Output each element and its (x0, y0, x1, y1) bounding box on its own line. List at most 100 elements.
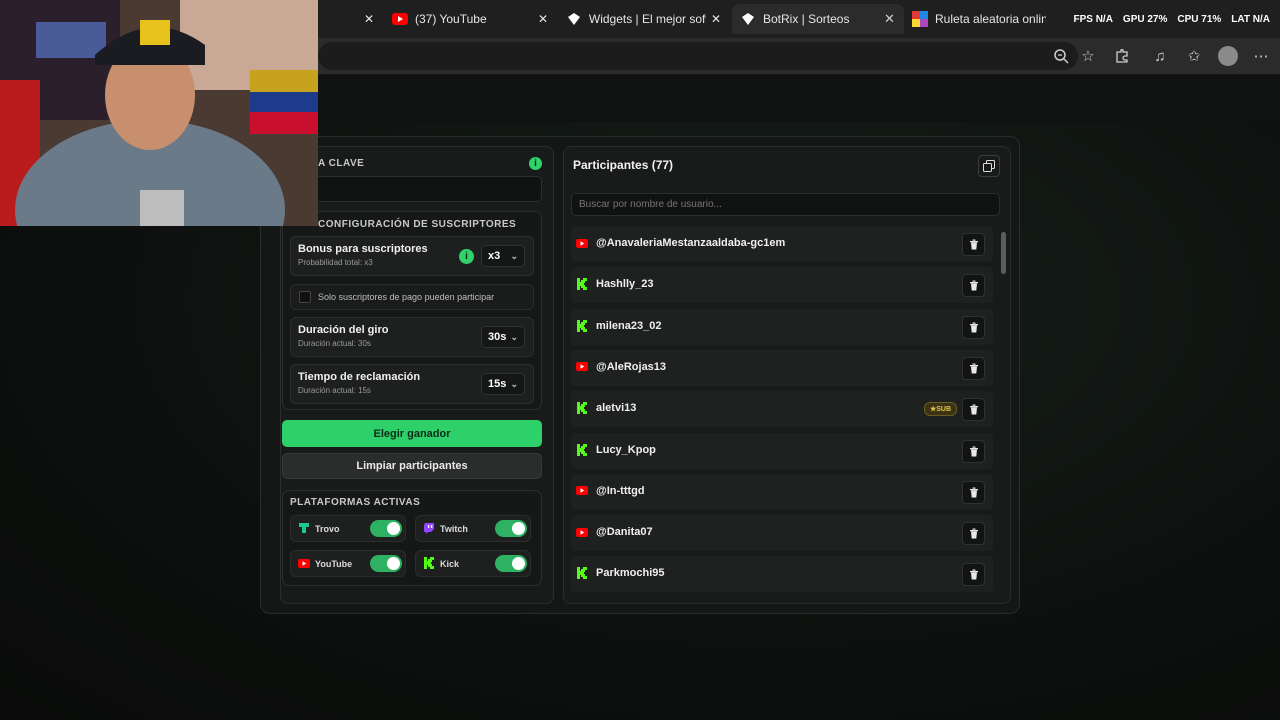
tab-ruleta[interactable]: Ruleta aleatoria online (912, 4, 1046, 34)
participant-name: @AnavaleriaMestanzaaldaba-gc1em (596, 237, 786, 249)
delete-participant-button[interactable] (962, 439, 985, 463)
delete-participant-button[interactable] (962, 315, 985, 339)
delete-participant-button[interactable] (962, 563, 985, 587)
youtube-icon (392, 11, 408, 27)
participant-search-input[interactable] (571, 193, 1000, 216)
twitch-toggle[interactable] (495, 520, 527, 537)
trash-icon (969, 528, 979, 539)
youtube-icon (576, 526, 588, 538)
tab-youtube[interactable]: (37) YouTube (392, 4, 562, 34)
youtube-icon (297, 556, 311, 570)
extensions-icon[interactable] (1112, 46, 1132, 66)
delete-participant-button[interactable] (962, 522, 985, 546)
spin-duration-value: 30s (488, 331, 507, 343)
trash-icon (969, 446, 979, 457)
delete-participant-button[interactable] (962, 398, 985, 422)
participant-name: Parkmochi95 (596, 567, 665, 580)
kick-icon (576, 443, 588, 456)
info-icon[interactable]: i (459, 249, 474, 264)
participant-row: Lucy_Kpop (571, 432, 993, 469)
bonus-title: Bonus para suscriptores (298, 243, 428, 255)
close-tab-icon[interactable]: ✕ (364, 4, 374, 34)
wheel-icon (912, 11, 928, 27)
profile-avatar[interactable] (1218, 46, 1238, 66)
scrollbar-thumb[interactable] (1001, 232, 1006, 274)
copy-icon[interactable] (978, 155, 1000, 177)
participant-row: @In-tttgd (571, 473, 993, 510)
media-icon[interactable]: ♫ (1150, 46, 1170, 66)
platform-trovo: Trovo (290, 515, 406, 542)
info-icon[interactable]: i (529, 157, 542, 170)
platform-name: YouTube (315, 559, 353, 569)
trash-icon (969, 404, 979, 415)
tab-label: (37) YouTube (415, 12, 487, 26)
participant-name: @In-tttgd (596, 484, 645, 497)
close-tab-icon[interactable]: ✕ (884, 11, 895, 27)
platform-youtube: YouTube (290, 550, 406, 577)
close-tab-icon[interactable]: ✕ (538, 4, 548, 34)
trash-icon (969, 280, 979, 291)
close-tab-icon[interactable]: ✕ (711, 4, 721, 34)
claim-time-subtitle: Duración actual: 15s (298, 386, 371, 395)
sub-badge-label: SUB (936, 405, 951, 413)
platform-name: Twitch (440, 524, 468, 534)
tab-botrix-sorteos[interactable]: BotRix | Sorteos ✕ (732, 4, 904, 34)
spin-duration-title: Duración del giro (298, 324, 389, 336)
more-menu-icon[interactable]: ⋯ (1251, 46, 1271, 66)
kick-toggle[interactable] (495, 555, 527, 572)
zoom-icon[interactable] (1051, 46, 1071, 66)
tab-widgets[interactable]: Widgets | El mejor softw (566, 4, 706, 34)
trovo-icon (297, 521, 311, 535)
bonus-select[interactable]: x3 ⌄ (481, 245, 525, 267)
participant-row: Hashlly_23 (571, 267, 993, 304)
kick-icon (576, 402, 588, 415)
keyword-title: A CLAVE (318, 158, 365, 169)
youtube-icon (576, 361, 588, 373)
youtube-icon (576, 237, 588, 249)
fps-readout: FPS N/A (1073, 13, 1113, 25)
delete-participant-button[interactable] (962, 480, 985, 504)
twitch-icon (422, 521, 436, 535)
delete-participant-button[interactable] (962, 356, 985, 380)
delete-participant-button[interactable] (962, 233, 985, 256)
youtube-icon (576, 485, 588, 497)
cpu-readout: CPU 71% (1177, 13, 1222, 25)
paid-only-checkbox[interactable] (299, 291, 311, 303)
bonus-subtitle: Probabilidad total: x3 (298, 258, 373, 267)
trash-icon (969, 487, 979, 498)
claim-time-select[interactable]: 15s ⌄ (481, 373, 525, 395)
spin-duration-subtitle: Duración actual: 30s (298, 339, 371, 348)
participant-row: @AnavaleriaMestanzaaldaba-gc1em (571, 226, 993, 262)
paid-only-row[interactable]: Solo suscriptores de pago pueden partici… (290, 284, 534, 310)
youtube-toggle[interactable] (370, 555, 402, 572)
chevron-down-icon: ⌄ (510, 378, 518, 389)
gpu-readout: GPU 27% (1122, 13, 1168, 25)
participants-list: @AnavaleriaMestanzaaldaba-gc1em Hashlly_2… (571, 226, 995, 598)
favorites-list-icon[interactable]: ✩ (1184, 46, 1204, 66)
participant-row: aletvi13 ★ SUB (571, 391, 993, 428)
trash-icon (969, 363, 979, 374)
keyword-input[interactable] (292, 176, 542, 202)
performance-overlay: FPS N/A GPU 27% CPU 71% LAT N/A (1063, 10, 1280, 28)
trash-icon (969, 569, 979, 580)
active-platforms-title: PLATAFORMAS ACTIVAS (290, 497, 421, 508)
spin-duration-select[interactable]: 30s ⌄ (481, 326, 525, 348)
participant-row: milena23_02 (571, 308, 993, 345)
spin-duration-option: Duración del giro Duración actual: 30s 3… (290, 317, 534, 357)
address-bar[interactable] (318, 42, 1078, 70)
favorite-star-icon[interactable]: ☆ (1078, 46, 1098, 66)
participant-name: @Danita07 (596, 526, 653, 539)
participant-name: aletvi13 (596, 402, 637, 415)
participant-name: Lucy_Kpop (596, 443, 656, 456)
delete-participant-button[interactable] (962, 274, 985, 298)
platform-kick: Kick (415, 550, 531, 577)
kick-icon (576, 567, 588, 580)
choose-winner-button[interactable]: Elegir ganador (282, 420, 542, 447)
clear-participants-button[interactable]: Limpiar participantes (282, 453, 542, 479)
bonus-option: Bonus para suscriptores Probabilidad tot… (290, 236, 534, 276)
trovo-toggle[interactable] (370, 520, 402, 537)
trash-icon (969, 322, 979, 333)
platform-name: Trovo (315, 524, 340, 534)
kick-icon (422, 556, 436, 570)
participant-name: Hashlly_23 (596, 278, 654, 291)
